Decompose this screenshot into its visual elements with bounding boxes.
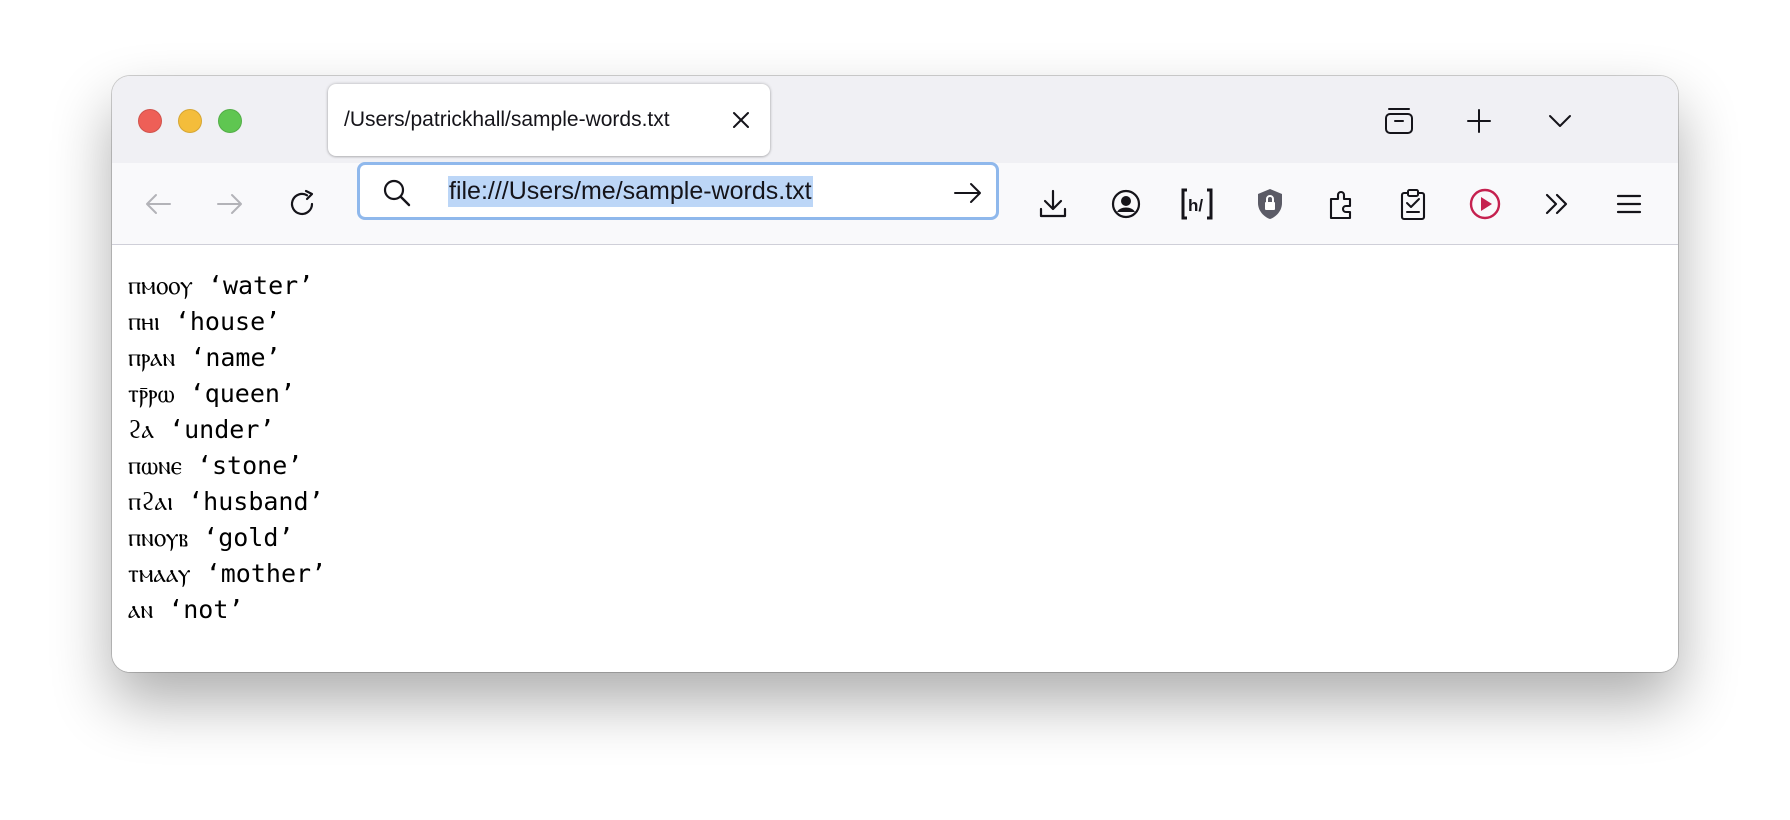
extensions-puzzle-icon[interactable] xyxy=(1320,182,1364,226)
overflow-chevrons-icon[interactable] xyxy=(1535,182,1579,226)
new-tab-plus-icon[interactable] xyxy=(1459,101,1499,141)
tab-close-icon[interactable] xyxy=(728,107,754,133)
tab-bar: /Users/patrickhall/sample-words.txt xyxy=(112,76,1678,163)
download-icon[interactable] xyxy=(1031,182,1075,226)
reload-icon[interactable] xyxy=(280,182,324,226)
record-icon[interactable] xyxy=(1463,182,1507,226)
clipboard-icon[interactable] xyxy=(1391,182,1435,226)
list-item: ⲡⲙⲟⲟⲩ ‘water’ xyxy=(128,271,314,300)
list-item: ⲡϩⲁⲓ ‘husband’ xyxy=(128,487,324,516)
search-icon xyxy=(382,178,412,208)
list-item: ⲁⲛ ‘not’ xyxy=(128,595,244,624)
forward-arrow-icon[interactable] xyxy=(208,182,252,226)
page-content: ⲡⲙⲟⲟⲩ ‘water’ ⲡⲏⲓ ‘house’ ⲡⲣⲁⲛ ‘name’ ⲧⲣ… xyxy=(112,245,1678,672)
tab-active[interactable]: /Users/patrickhall/sample-words.txt xyxy=(328,84,770,156)
list-item: ⲡⲛⲟⲩⲃ ‘gold’ xyxy=(128,523,294,552)
list-item: ⲡⲱⲛⲉ ‘stone’ xyxy=(128,451,303,480)
list-item: ⲧⲙⲁⲁⲩ ‘mother’ xyxy=(128,559,327,588)
list-item: ϩⲁ ‘under’ xyxy=(128,415,275,444)
account-icon[interactable] xyxy=(1104,182,1148,226)
url-input[interactable]: file:///Users/me/sample-words.txt xyxy=(448,176,813,207)
privacy-shield-icon[interactable] xyxy=(1248,182,1292,226)
tab-title: /Users/patrickhall/sample-words.txt xyxy=(344,108,670,131)
url-bar[interactable]: file:///Users/me/sample-words.txt xyxy=(357,162,999,220)
svg-text:h/: h/ xyxy=(1188,196,1203,215)
list-item: ⲡⲣⲁⲛ ‘name’ xyxy=(128,343,281,372)
list-item: ⲡⲏⲓ ‘house’ xyxy=(128,307,281,336)
browser-window: /Users/patrickhall/sample-words.txt file… xyxy=(112,76,1678,672)
zoom-window-button[interactable] xyxy=(218,109,242,133)
close-window-button[interactable] xyxy=(138,109,162,133)
back-arrow-icon[interactable] xyxy=(136,182,180,226)
minimize-window-button[interactable] xyxy=(178,109,202,133)
hypothesis-extension-icon[interactable]: h/ xyxy=(1175,182,1219,226)
list-item: ⲧⲣ̄ⲣⲱ ‘queen’ xyxy=(128,379,296,408)
list-all-tabs-chevron-down-icon[interactable] xyxy=(1540,101,1580,141)
go-arrow-icon[interactable] xyxy=(952,178,984,208)
firefox-view-icon[interactable] xyxy=(1379,101,1419,141)
word-list: ⲡⲙⲟⲟⲩ ‘water’ ⲡⲏⲓ ‘house’ ⲡⲣⲁⲛ ‘name’ ⲧⲣ… xyxy=(128,268,326,628)
menu-icon[interactable] xyxy=(1607,182,1651,226)
